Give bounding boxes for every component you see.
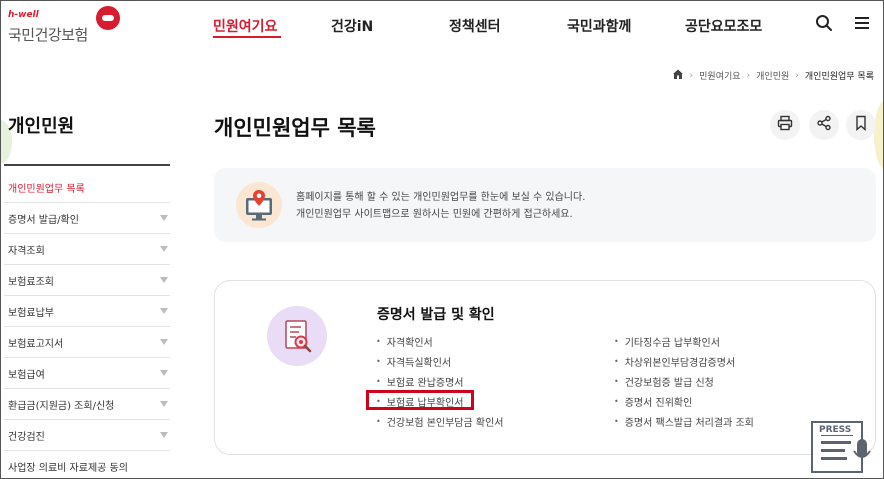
sidebar-item-eligibility[interactable]: 자격조회 [4,234,170,265]
sidebar-item-benefits[interactable]: 보험급여 [4,358,170,389]
sidebar-title: 개인민원 [8,116,75,137]
sidebar-item-refund[interactable]: 환급금(지원금) 조회/신청 [4,389,170,420]
sidebar-item-premium-notice[interactable]: 보험료고지서 [4,327,170,358]
sidebar-item-label: 보험료조회 [8,276,54,288]
print-button[interactable] [770,110,800,140]
sidebar-item-premium-inquiry[interactable]: 보험료조회 [4,265,170,296]
sidebar-item-label: 개인민원업무 목록 [8,183,85,195]
press-label: PRESS [817,425,854,435]
sidebar-item-certificate[interactable]: 증명서 발급/확인 [4,203,170,234]
logo-mark-icon [96,6,120,30]
link-near-poverty-reduction-certificate[interactable]: 차상위본인부담경감증명서 [614,351,754,371]
link-premium-full-payment-certificate[interactable]: 보험료 완납증명서 [376,371,503,391]
link-insurance-card-request[interactable]: 건강보험증 발급 신청 [614,371,754,391]
breadcrumb-item-current: 개인민원업무 목록 [804,72,874,82]
sidebar-menu: 개인민원업무 목록 증명서 발급/확인 자격조회 보험료조회 보험료납부 보험료… [4,172,170,479]
breadcrumb: › 민원여기요 › 개인민원 › 개인민원업무 목록 [672,68,874,83]
site-header: h-well 국민건강보험 민원여기요 건강iN 정책센터 국민과함께 공단요모… [0,0,884,50]
sidebar-item-checkup[interactable]: 건강검진 [4,420,170,451]
logo-tagline: h-well [8,10,39,20]
caret-down-icon [160,246,168,252]
info-line-2: 개인민원업무 사이트맵으로 원하시는 민원에 간편하게 접근하세요. [296,209,573,220]
link-eligibility-change-certificate[interactable]: 자격득실확인서 [376,351,503,371]
bookmark-button[interactable] [846,110,876,140]
document-search-icon [267,306,327,366]
gnb-active-underline [213,36,281,38]
info-line-1: 홈페이지를 통해 할 수 있는 개인민원업무를 한눈에 보실 수 있습니다. [296,192,586,203]
caret-down-icon [160,308,168,314]
sidebar-item-list[interactable]: 개인민원업무 목록 [4,172,170,203]
print-icon [777,115,793,135]
certificate-links-right: 기타징수금 납부확인서 차상위본인부담경감증명서 건강보험증 발급 신청 증명서… [614,331,754,431]
caret-down-icon [160,215,168,221]
sidebar-item-medical-consent[interactable]: 사업장 의료비 자료제공 동의 [4,451,170,479]
breadcrumb-separator-icon: › [689,70,694,81]
gnb-item-health-in[interactable]: 건강iN [331,16,373,36]
gnb-item-about-corp[interactable]: 공단요모조모 [685,16,762,36]
page-title: 개인민원업무 목록 [214,116,376,140]
link-certificate-verification[interactable]: 증명서 진위확인 [614,391,754,411]
sidebar-item-label: 건강검진 [8,431,45,443]
sidebar-item-label: 사업장 의료비 자료제공 동의 [8,462,128,474]
gnb-item-policy-center[interactable]: 정책센터 [449,16,501,36]
sidebar-divider [4,164,170,166]
press-widget[interactable]: PRESS [811,421,875,473]
card-title: 증명서 발급 및 확인 [377,307,495,323]
site-logo[interactable]: h-well 국민건강보험 [8,6,120,46]
monitor-location-icon [236,182,282,228]
home-icon[interactable] [672,68,684,83]
link-copayment-confirmation[interactable]: 건강보험 본인부담금 확인서 [376,411,504,431]
gnb-item-minwon[interactable]: 민원여기요 [213,16,277,36]
breadcrumb-separator-icon: › [746,70,751,81]
sidebar-item-label: 자격조회 [8,245,45,257]
search-icon[interactable] [815,14,833,32]
breadcrumb-item-minwon[interactable]: 민원여기요 [699,69,740,82]
logo-name: 국민건강보험 [8,26,88,44]
certificate-card: 증명서 발급 및 확인 [214,280,876,455]
menu-icon[interactable] [853,14,871,32]
info-banner: 홈페이지를 통해 할 수 있는 개인민원업무를 한눈에 보실 수 있습니다. 개… [214,168,876,242]
share-button[interactable] [809,110,839,140]
gnb-item-with-citizens[interactable]: 국민과함께 [567,16,631,36]
link-eligibility-certificate[interactable]: 자격확인서 [376,331,503,351]
link-other-collection-confirmation[interactable]: 기타징수금 납부확인서 [614,331,754,351]
share-icon [816,115,832,135]
caret-down-icon [160,370,168,376]
link-fax-issue-result[interactable]: 증명서 팩스발급 처리결과 조회 [614,411,754,431]
caret-down-icon [160,432,168,438]
bookmark-icon [853,115,869,135]
breadcrumb-separator-icon: › [795,70,799,81]
breadcrumb-item-personal[interactable]: 개인민원 [756,69,789,82]
certificate-links-left: 자격확인서 자격득실확인서 보험료 완납증명서 보험료 납부확인서 건강보험 본… [376,331,504,431]
sidebar-item-label: 보험료고지서 [8,338,64,350]
decorative-shape-right [874,100,884,170]
sidebar-item-label: 증명서 발급/확인 [8,214,79,226]
sidebar-item-premium-payment[interactable]: 보험료납부 [4,296,170,327]
highlight-box [366,390,474,410]
info-text: 홈페이지를 통해 할 수 있는 개인민원업무를 한눈에 보실 수 있습니다. 개… [296,189,585,223]
sidebar-item-label: 환급금(지원금) 조회/신청 [8,400,115,412]
sidebar-item-label: 보험료납부 [8,307,54,319]
sidebar-item-label: 보험급여 [8,369,45,381]
caret-down-icon [160,401,168,407]
caret-down-icon [160,339,168,345]
caret-down-icon [160,277,168,283]
